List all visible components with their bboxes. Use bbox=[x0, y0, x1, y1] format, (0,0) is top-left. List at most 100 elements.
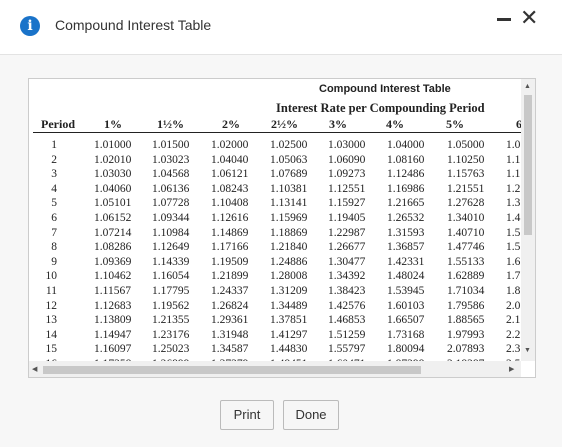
rate-header: 2% bbox=[222, 117, 240, 131]
factor-cell: 1.17795 bbox=[152, 285, 190, 297]
factor-cell: 2.0 bbox=[506, 299, 521, 312]
factor-cell: 2.3 bbox=[506, 343, 521, 356]
vertical-scroll-thumb[interactable] bbox=[524, 95, 532, 235]
period-cell: 15 bbox=[45, 343, 58, 356]
scroll-up-arrow-icon[interactable]: ▲ bbox=[524, 83, 531, 90]
factor-cell: 1.15969 bbox=[270, 212, 308, 224]
period-cell: 10 bbox=[45, 270, 58, 283]
factor-cell: 1.34587 bbox=[211, 343, 249, 356]
factor-cell: 1.48024 bbox=[387, 270, 425, 283]
factor-cell: 1.62889 bbox=[447, 270, 485, 283]
factor-cell: 1.08160 bbox=[387, 153, 425, 166]
factor-cell: 1.19405 bbox=[328, 212, 366, 224]
factor-cell: 1.6 bbox=[506, 255, 521, 268]
factor-cell: 1.2 bbox=[506, 182, 521, 195]
factor-cell: 1.0 bbox=[506, 139, 521, 151]
factor-cell: 1.14869 bbox=[211, 226, 249, 239]
table-viewport[interactable]: Compound Interest Table Interest Rate pe… bbox=[29, 79, 521, 361]
rate-header: 2½% bbox=[271, 117, 298, 131]
factor-cell: 1.16054 bbox=[152, 270, 190, 283]
factor-cell: 1.47746 bbox=[447, 241, 485, 254]
factor-cell: 1.10381 bbox=[270, 182, 308, 195]
done-button[interactable]: Done bbox=[283, 400, 339, 430]
scroll-left-arrow-icon[interactable]: ◀ bbox=[32, 365, 37, 373]
factor-cell: 1.26824 bbox=[211, 299, 249, 312]
factor-cell: 1.04060 bbox=[94, 182, 132, 195]
factor-cell: 1.12649 bbox=[152, 241, 190, 254]
period-cell: 9 bbox=[51, 255, 57, 268]
factor-cell: 1.34392 bbox=[328, 270, 366, 283]
factor-cell: 1.15927 bbox=[328, 197, 366, 210]
factor-cell: 1.5 bbox=[506, 241, 521, 254]
factor-cell: 1.97993 bbox=[447, 328, 485, 341]
factor-cell: 1.01500 bbox=[152, 139, 190, 151]
factor-cell: 1.13809 bbox=[94, 314, 132, 327]
period-cell: 4 bbox=[51, 182, 57, 195]
factor-cell: 1.73168 bbox=[387, 328, 425, 341]
factor-cell: 1.16986 bbox=[387, 182, 425, 195]
factor-cell: 1.88565 bbox=[447, 314, 485, 327]
factor-cell: 1.06121 bbox=[211, 168, 249, 181]
dialog-title: Compound Interest Table bbox=[55, 17, 212, 33]
factor-cell: 1.26532 bbox=[387, 212, 425, 224]
factor-cell: 1.44830 bbox=[270, 343, 308, 356]
factor-cell: 1.02500 bbox=[270, 139, 308, 151]
scroll-right-arrow-icon[interactable]: ▶ bbox=[509, 365, 514, 373]
factor-cell: 1.40710 bbox=[447, 226, 485, 239]
factor-cell: 1.12486 bbox=[387, 168, 425, 181]
factor-cell: 1.10408 bbox=[211, 197, 249, 210]
factor-cell: 1.03030 bbox=[94, 168, 132, 181]
period-cell: 14 bbox=[45, 328, 58, 341]
period-cell: 6 bbox=[51, 212, 57, 224]
factor-cell: 1.12683 bbox=[94, 299, 132, 312]
dialog-titlebar: i Compound Interest Table ✕ bbox=[0, 0, 562, 55]
factor-cell: 1.10984 bbox=[152, 226, 190, 239]
factor-cell: 1.71034 bbox=[447, 285, 485, 297]
factor-cell: 1.03023 bbox=[152, 153, 190, 166]
factor-cell: 1.4 bbox=[506, 212, 521, 224]
factor-cell: 1.05000 bbox=[447, 139, 485, 151]
rate-header: 5% bbox=[446, 117, 464, 131]
factor-cell: 1.04568 bbox=[152, 168, 190, 181]
factor-cell: 1.24886 bbox=[270, 255, 308, 268]
factor-cell: 1.13141 bbox=[270, 197, 308, 210]
factor-cell: 1.1 bbox=[506, 153, 521, 166]
minimize-icon[interactable] bbox=[497, 18, 511, 21]
factor-cell: 1.07728 bbox=[152, 197, 190, 210]
horizontal-scroll-thumb[interactable] bbox=[43, 366, 421, 374]
factor-cell: 1.80094 bbox=[387, 343, 425, 356]
factor-cell: 1.09273 bbox=[328, 168, 366, 181]
factor-cell: 1.34010 bbox=[447, 212, 485, 224]
scroll-down-arrow-icon[interactable]: ▼ bbox=[524, 347, 531, 354]
factor-cell: 1.14339 bbox=[152, 255, 190, 268]
factor-cell: 1.12551 bbox=[328, 182, 366, 195]
period-cell: 2 bbox=[51, 153, 57, 166]
factor-cell: 1.31948 bbox=[211, 328, 249, 341]
factor-cell: 1.07214 bbox=[94, 226, 132, 239]
factor-cell: 1.14947 bbox=[94, 328, 132, 341]
factor-cell: 1.21665 bbox=[387, 197, 425, 210]
table-subtitle: Interest Rate per Compounding Period bbox=[276, 101, 485, 115]
factor-cell: 1.21551 bbox=[447, 182, 485, 195]
table-panel: Compound Interest Table Interest Rate pe… bbox=[28, 78, 536, 378]
period-cell: 5 bbox=[51, 197, 57, 210]
info-icon: i bbox=[20, 16, 40, 36]
close-icon[interactable]: ✕ bbox=[520, 6, 538, 31]
factor-cell: 1.09344 bbox=[152, 212, 190, 224]
factor-cell: 1.17166 bbox=[211, 241, 249, 254]
factor-cell: 1.10462 bbox=[94, 270, 132, 283]
period-cell: 8 bbox=[51, 241, 57, 254]
factor-cell: 1.04040 bbox=[211, 153, 249, 166]
rate-header: 1% bbox=[104, 117, 122, 131]
factor-cell: 1.05101 bbox=[94, 197, 132, 210]
factor-cell: 1.79586 bbox=[447, 299, 485, 312]
factor-cell: 1.22987 bbox=[328, 226, 366, 239]
factor-cell: 1.3 bbox=[506, 197, 521, 210]
factor-cell: 1.06090 bbox=[328, 153, 366, 166]
factor-cell: 1.28008 bbox=[270, 270, 308, 283]
period-cell: 7 bbox=[51, 226, 57, 239]
period-cell: 11 bbox=[45, 285, 57, 297]
period-cell: 3 bbox=[51, 168, 57, 181]
print-button[interactable]: Print bbox=[220, 400, 274, 430]
factor-cell: 1.18869 bbox=[270, 226, 308, 239]
